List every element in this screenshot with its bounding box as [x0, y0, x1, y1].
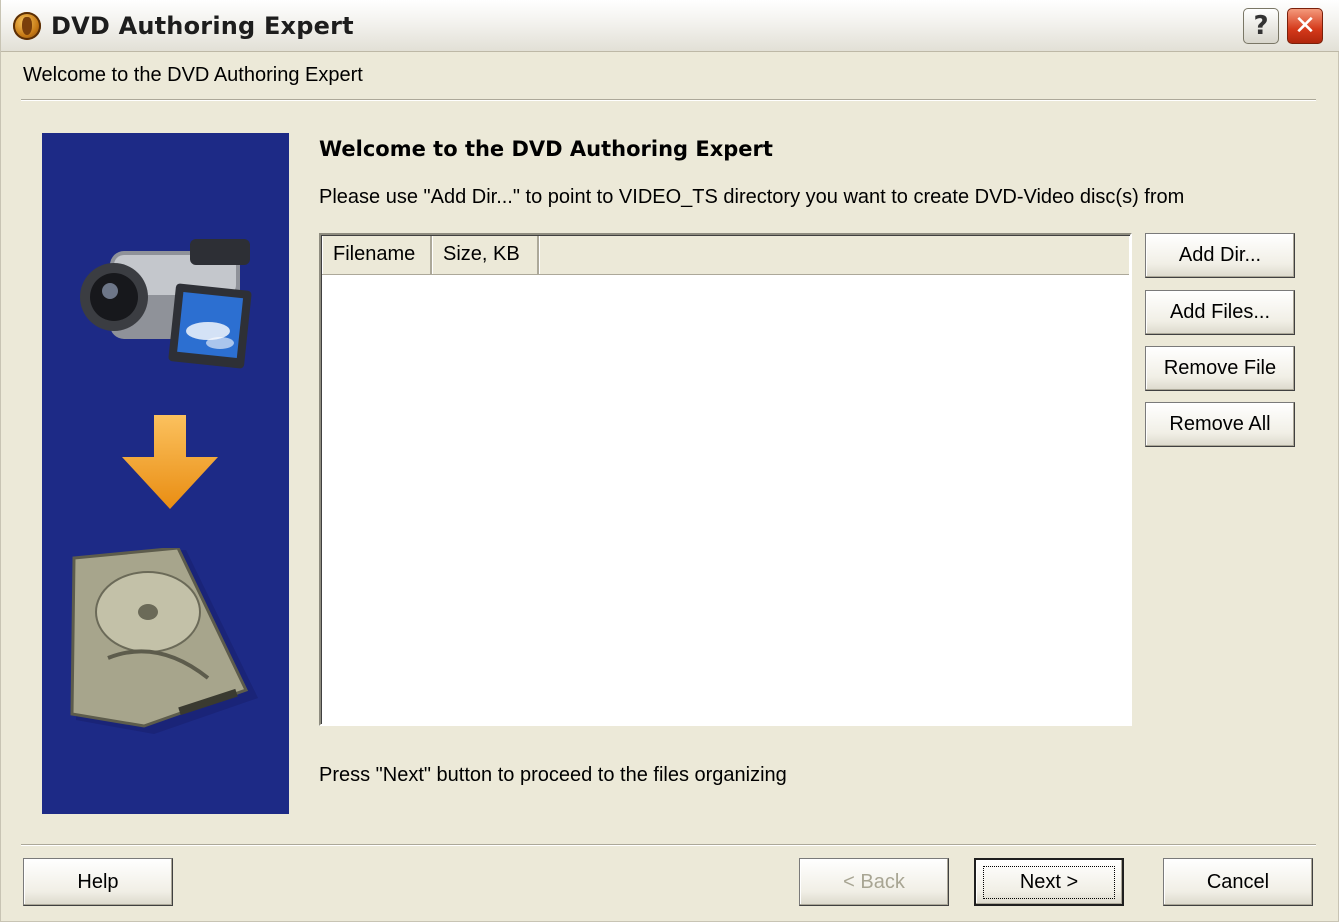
file-list[interactable]: Filename Size, KB	[319, 233, 1132, 726]
page-title: Welcome to the DVD Authoring Expert	[319, 137, 773, 161]
column-filename[interactable]: Filename	[322, 236, 432, 274]
arrow-down-icon	[122, 415, 218, 509]
help-button[interactable]: Help	[23, 858, 173, 906]
wizard-window: DVD Authoring Expert ? ✕ Welcome to the …	[0, 0, 1339, 922]
title-bar[interactable]: DVD Authoring Expert ? ✕	[1, 0, 1339, 52]
window-title: DVD Authoring Expert	[51, 12, 354, 40]
file-list-header: Filename Size, KB	[322, 236, 1129, 275]
header-divider	[21, 99, 1316, 101]
next-button[interactable]: Next >	[974, 858, 1124, 906]
back-button[interactable]: < Back	[799, 858, 949, 906]
add-files-button[interactable]: Add Files...	[1145, 290, 1295, 335]
add-dir-button[interactable]: Add Dir...	[1145, 233, 1295, 278]
instruction-text: Please use "Add Dir..." to point to VIDE…	[319, 186, 1185, 208]
close-button[interactable]: ✕	[1287, 8, 1323, 44]
footer-divider	[21, 844, 1316, 846]
column-size[interactable]: Size, KB	[432, 236, 539, 274]
illustration-panel	[42, 133, 289, 814]
hard-drive-icon	[70, 548, 258, 734]
remove-file-button[interactable]: Remove File	[1145, 346, 1295, 391]
column-empty	[539, 236, 1129, 274]
footer-hint: Press "Next" button to proceed to the fi…	[319, 764, 787, 786]
cancel-button[interactable]: Cancel	[1163, 858, 1313, 906]
camcorder-icon	[80, 239, 252, 369]
help-title-button[interactable]: ?	[1243, 8, 1279, 44]
app-icon	[13, 12, 41, 40]
wizard-header: Welcome to the DVD Authoring Expert	[23, 64, 363, 86]
next-button-label: Next >	[982, 865, 1116, 899]
remove-all-button[interactable]: Remove All	[1145, 402, 1295, 447]
